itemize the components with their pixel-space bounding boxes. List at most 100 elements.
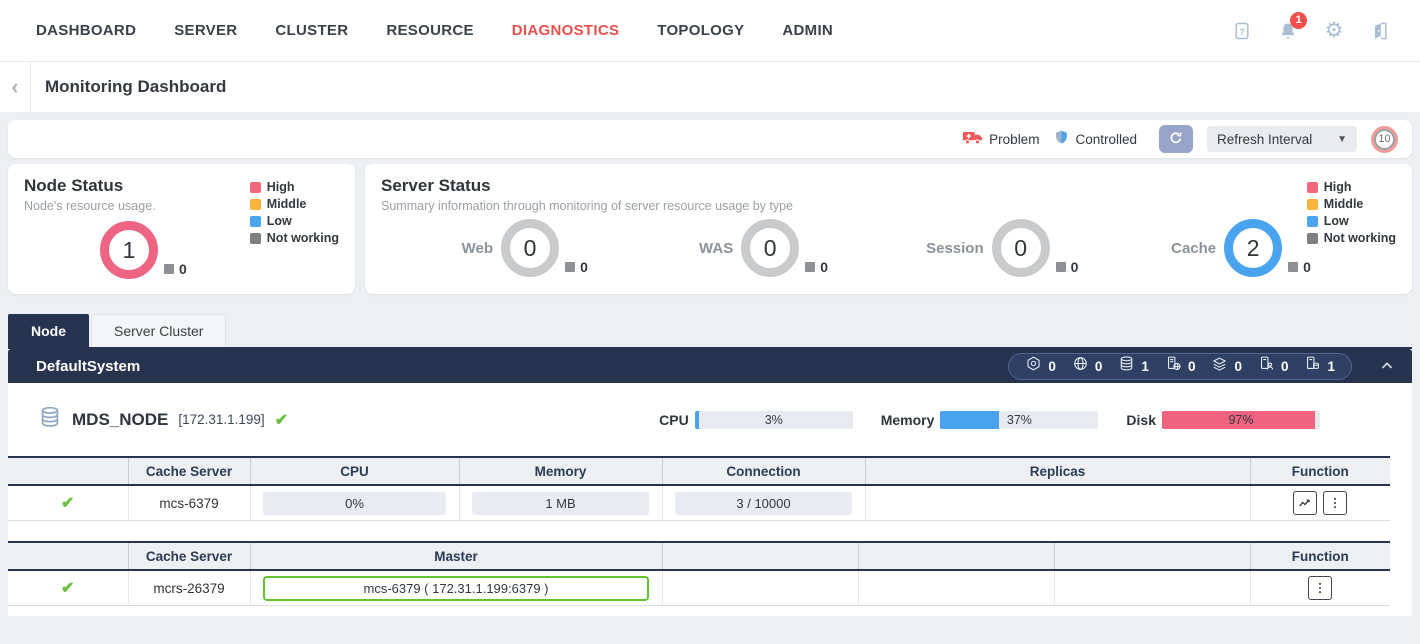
web-badge: 0	[1072, 355, 1103, 377]
connection-column-header: Connection	[662, 457, 865, 485]
cluster-badge: 0	[1025, 355, 1056, 377]
node-count: 1	[1141, 359, 1149, 374]
legend-middle: Middle	[250, 197, 339, 211]
more-menu-button[interactable]	[1308, 576, 1332, 600]
row-ok-check-icon: ✔	[61, 580, 74, 597]
back-chevron-icon[interactable]: ‹	[0, 76, 30, 98]
disk-bar: 97%	[1162, 411, 1320, 429]
nav-diagnostics[interactable]: DIAGNOSTICS	[512, 22, 619, 39]
help-manual-icon[interactable]: ?	[1230, 19, 1254, 43]
settings-gear-icon[interactable]: ⚙	[1322, 19, 1346, 43]
empty-column-header	[662, 542, 858, 570]
problem-truck-icon	[962, 129, 984, 149]
account-server-badge: 0	[1258, 355, 1289, 377]
not-working-square-icon	[805, 262, 815, 272]
nav-dashboard[interactable]: DASHBOARD	[36, 22, 136, 39]
nav-server[interactable]: SERVER	[174, 22, 237, 39]
low-label: Low	[267, 214, 292, 228]
memory-metric: Memory 37%	[881, 411, 1099, 429]
was-label: WAS	[699, 240, 733, 257]
replicas-cell	[865, 485, 1250, 521]
sentinel-table: Cache Server Master Function ✔ mcrs-2637…	[8, 541, 1390, 606]
web-not-working-count: 0	[580, 259, 588, 275]
legend-high: High	[1307, 180, 1396, 194]
middle-swatch	[1307, 199, 1318, 210]
nav-cluster[interactable]: CLUSTER	[275, 22, 348, 39]
node-status-value: 1	[100, 221, 158, 279]
session-not-working-count: 0	[1071, 259, 1079, 275]
logout-door-icon[interactable]	[1368, 19, 1392, 43]
cpu-value: 3%	[695, 411, 853, 429]
high-swatch	[250, 182, 261, 193]
replicas-column-header: Replicas	[865, 457, 1250, 485]
refresh-interval-select[interactable]: Refresh Interval ▼	[1207, 126, 1357, 152]
was-not-working-count: 0	[820, 259, 828, 275]
low-swatch	[250, 216, 261, 227]
main-nav: DASHBOARD SERVER CLUSTER RESOURCE DIAGNO…	[36, 22, 833, 39]
svg-text:?: ?	[1239, 26, 1245, 36]
not-working-count: 0	[179, 261, 187, 277]
refresh-interval-label: Refresh Interval	[1217, 132, 1312, 147]
problem-legend: Problem	[962, 129, 1039, 149]
node-summary-row: MDS_NODE [172.31.1.199] ✔ CPU 3% Memory	[8, 383, 1412, 450]
page-body: Problem Controlled Refresh Interval ▼ 10…	[0, 112, 1420, 616]
nav-admin[interactable]: ADMIN	[782, 22, 833, 39]
node-name: MDS_NODE	[72, 410, 168, 430]
collapse-chevron-up-icon[interactable]	[1378, 357, 1396, 375]
not-working-label: Not working	[267, 231, 339, 245]
legend-low: Low	[1307, 214, 1396, 228]
tab-node[interactable]: Node	[8, 314, 89, 347]
account-server-icon	[1258, 355, 1275, 377]
memory-bar: 37%	[940, 411, 1098, 429]
master-endpoint-box: mcs-6379 ( 172.31.1.199:6379 )	[263, 576, 649, 601]
cache-server-column-header: Cache Server	[128, 457, 250, 485]
refresh-button[interactable]	[1159, 125, 1193, 153]
web-status-value: 0	[501, 219, 559, 277]
empty-column-header	[858, 542, 1054, 570]
cache-table-header-row: Cache Server CPU Memory Connection Repli…	[8, 457, 1390, 485]
cpu-bar: 3%	[695, 411, 853, 429]
cache-server-count: 1	[1327, 359, 1335, 374]
was-server-icon	[1165, 355, 1182, 377]
high-swatch	[1307, 182, 1318, 193]
session-badge: 0	[1211, 355, 1242, 377]
sentinel-table-header-row: Cache Server Master Function	[8, 542, 1390, 570]
node-status-legend: High Middle Low Not working	[250, 180, 339, 245]
session-status-value: 0	[992, 219, 1050, 277]
low-label: Low	[1324, 214, 1349, 228]
cache-not-working-count: 0	[1303, 259, 1311, 275]
status-cards-row: Node Status Node's resource usage. High …	[8, 164, 1412, 294]
was-badge: 0	[1165, 355, 1196, 377]
nav-topology[interactable]: TOPOLOGY	[657, 22, 744, 39]
web-status-group: Web 0 0	[411, 219, 650, 277]
system-name: DefaultSystem	[36, 358, 140, 375]
chevron-down-icon: ▼	[1337, 134, 1347, 145]
node-ip: [172.31.1.199]	[178, 412, 264, 427]
chart-button[interactable]	[1293, 491, 1317, 515]
legend-low: Low	[250, 214, 339, 228]
legend-not-working: Not working	[1307, 231, 1396, 245]
cpu-usage-pill: 0%	[263, 492, 446, 515]
refresh-icon	[1168, 130, 1184, 149]
nav-resource[interactable]: RESOURCE	[386, 22, 473, 39]
low-swatch	[1307, 216, 1318, 227]
view-tabs: Node Server Cluster	[8, 314, 1412, 349]
tab-server-cluster[interactable]: Server Cluster	[91, 314, 226, 347]
cache-server-column-header: Cache Server	[128, 542, 250, 570]
function-column-header: Function	[1250, 542, 1390, 570]
more-menu-button[interactable]	[1323, 491, 1347, 515]
not-working-label: Not working	[1324, 231, 1396, 245]
row-ok-check-icon: ✔	[61, 495, 74, 512]
node-metrics: CPU 3% Memory 37% Disk	[659, 411, 1320, 429]
disk-value: 97%	[1162, 411, 1320, 429]
was-count: 0	[1188, 359, 1196, 374]
middle-swatch	[250, 199, 261, 210]
node-status-card: Node Status Node's resource usage. High …	[8, 164, 355, 294]
node-identity: MDS_NODE [172.31.1.199] ✔	[38, 405, 288, 434]
notifications-bell-icon[interactable]: 1	[1276, 19, 1300, 43]
table-gap	[8, 521, 1412, 535]
was-status-value: 0	[741, 219, 799, 277]
legend-not-working: Not working	[250, 231, 339, 245]
database-icon	[1118, 355, 1135, 377]
high-label: High	[1324, 180, 1352, 194]
